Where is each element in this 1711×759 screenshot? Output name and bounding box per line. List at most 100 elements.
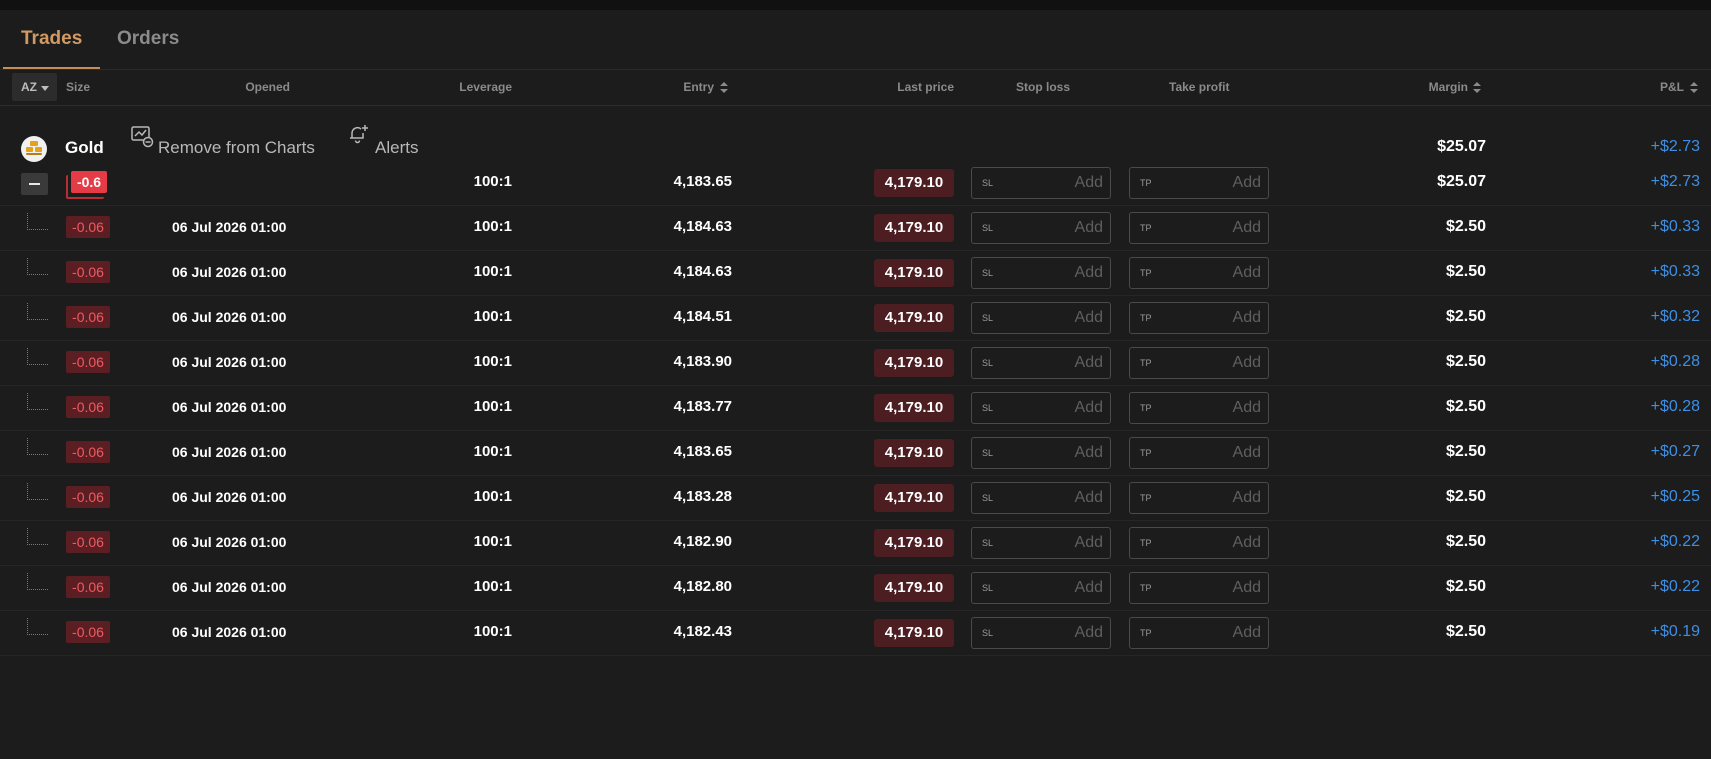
- position-opened: 06 Jul 2026 01:00: [172, 489, 287, 505]
- take-profit-field[interactable]: TP Add: [1129, 212, 1269, 244]
- stop-loss-field[interactable]: SL Add: [971, 437, 1111, 469]
- header-size[interactable]: Size: [66, 80, 90, 94]
- tree-connector: [27, 618, 48, 635]
- position-opened: 06 Jul 2026 01:00: [172, 354, 287, 370]
- position-leverage: 100:1: [473, 263, 512, 280]
- position-row[interactable]: -0.06 06 Jul 2026 01:00 100:1 4,182.43 4,179…: [0, 610, 1711, 656]
- header-leverage[interactable]: Leverage: [400, 80, 512, 94]
- stop-loss-field[interactable]: SL Add: [971, 527, 1111, 559]
- position-row[interactable]: -0.06 06 Jul 2026 01:00 100:1 4,183.77 4,179…: [0, 385, 1711, 431]
- position-row[interactable]: -0.06 06 Jul 2026 01:00 100:1 4,184.51 4,179…: [0, 295, 1711, 341]
- position-entry: 4,183.90: [673, 353, 732, 370]
- sl-tag: SL: [982, 268, 994, 278]
- stop-loss-field[interactable]: SL Add: [971, 482, 1111, 514]
- header-margin[interactable]: Margin: [1360, 80, 1468, 94]
- summary-stop-loss-field[interactable]: SL Add: [971, 167, 1111, 199]
- sort-entry-icon[interactable]: [720, 82, 728, 94]
- sl-tag: SL: [982, 178, 994, 188]
- position-last-price: 4,179.10: [874, 439, 954, 467]
- tp-add-placeholder: Add: [1232, 309, 1261, 326]
- tree-connector: [27, 348, 48, 365]
- chart-remove-icon[interactable]: [130, 124, 154, 148]
- take-profit-field[interactable]: TP Add: [1129, 347, 1269, 379]
- summary-take-profit-field[interactable]: TP Add: [1129, 167, 1269, 199]
- header-opened[interactable]: Opened: [200, 80, 290, 94]
- position-row[interactable]: -0.06 06 Jul 2026 01:00 100:1 4,184.63 4,179…: [0, 250, 1711, 296]
- position-entry: 4,182.80: [673, 578, 732, 595]
- position-margin: $2.50: [1445, 218, 1486, 235]
- position-pnl: +$0.32: [1650, 308, 1700, 325]
- position-leverage: 100:1: [473, 533, 512, 550]
- position-last-price: 4,179.10: [874, 349, 954, 377]
- position-pnl: +$0.27: [1650, 443, 1700, 460]
- position-row[interactable]: -0.06 06 Jul 2026 01:00 100:1 4,183.65 4,179…: [0, 430, 1711, 476]
- tp-tag: TP: [1140, 268, 1152, 278]
- take-profit-field[interactable]: TP Add: [1129, 257, 1269, 289]
- stop-loss-field[interactable]: SL Add: [971, 347, 1111, 379]
- tp-add-placeholder: Add: [1232, 174, 1261, 191]
- position-size-badge: -0.06: [66, 576, 110, 598]
- header-pnl[interactable]: P&L: [1620, 80, 1684, 94]
- sl-tag: SL: [982, 403, 994, 413]
- position-pnl: +$0.33: [1650, 263, 1700, 280]
- position-margin: $2.50: [1445, 443, 1486, 460]
- tab-trades[interactable]: Trades: [21, 28, 82, 50]
- stop-loss-field[interactable]: SL Add: [971, 302, 1111, 334]
- tp-tag: TP: [1140, 448, 1152, 458]
- position-row[interactable]: -0.06 06 Jul 2026 01:00 100:1 4,183.28 4,179…: [0, 475, 1711, 521]
- position-margin: $2.50: [1445, 623, 1486, 640]
- tab-bar: Trades Orders: [0, 10, 1711, 70]
- position-entry: 4,183.28: [673, 488, 732, 505]
- sl-add-placeholder: Add: [1074, 309, 1103, 326]
- sort-pnl-icon[interactable]: [1690, 82, 1698, 94]
- sort-margin-icon[interactable]: [1473, 82, 1481, 94]
- tp-add-placeholder: Add: [1232, 399, 1261, 416]
- position-size-badge: -0.06: [66, 531, 110, 553]
- tree-connector: [27, 438, 48, 455]
- tp-tag: TP: [1140, 628, 1152, 638]
- header-take-profit[interactable]: Take profit: [1169, 80, 1229, 94]
- position-last-price: 4,179.10: [874, 574, 954, 602]
- position-opened: 06 Jul 2026 01:00: [172, 219, 287, 235]
- take-profit-field[interactable]: TP Add: [1129, 482, 1269, 514]
- take-profit-field[interactable]: TP Add: [1129, 437, 1269, 469]
- position-row[interactable]: -0.06 06 Jul 2026 01:00 100:1 4,182.80 4,179…: [0, 565, 1711, 611]
- position-last-price: 4,179.10: [874, 214, 954, 242]
- position-row[interactable]: -0.06 06 Jul 2026 01:00 100:1 4,184.63 4,179…: [0, 205, 1711, 251]
- sl-add-placeholder: Add: [1074, 624, 1103, 641]
- sl-add-placeholder: Add: [1074, 264, 1103, 281]
- bell-plus-icon[interactable]: [347, 123, 369, 145]
- position-entry: 4,182.43: [673, 623, 732, 640]
- minus-icon[interactable]: [21, 173, 48, 195]
- stop-loss-field[interactable]: SL Add: [971, 572, 1111, 604]
- header-entry[interactable]: Entry: [620, 80, 714, 94]
- header-stop-loss[interactable]: Stop loss: [1016, 80, 1070, 94]
- take-profit-field[interactable]: TP Add: [1129, 572, 1269, 604]
- group-pnl: +$2.73: [1650, 138, 1700, 155]
- chevron-down-icon: [41, 86, 49, 91]
- take-profit-field[interactable]: TP Add: [1129, 392, 1269, 424]
- stop-loss-field[interactable]: SL Add: [971, 212, 1111, 244]
- tree-connector: [27, 393, 48, 410]
- summary-row: -0.6 100:1 4,183.65 4,179.10 SL Add TP A…: [0, 160, 1711, 206]
- position-margin: $2.50: [1445, 263, 1486, 280]
- alerts-button[interactable]: Alerts: [375, 138, 418, 158]
- sort-az-label: AZ: [21, 80, 37, 94]
- position-entry: 4,184.63: [673, 263, 732, 280]
- tp-add-placeholder: Add: [1232, 219, 1261, 236]
- tab-orders[interactable]: Orders: [117, 28, 179, 50]
- instrument-name[interactable]: Gold: [65, 138, 104, 158]
- take-profit-field[interactable]: TP Add: [1129, 302, 1269, 334]
- tp-add-placeholder: Add: [1232, 354, 1261, 371]
- sl-tag: SL: [982, 493, 994, 503]
- stop-loss-field[interactable]: SL Add: [971, 392, 1111, 424]
- stop-loss-field[interactable]: SL Add: [971, 257, 1111, 289]
- header-last-price[interactable]: Last price: [840, 80, 954, 94]
- sl-tag: SL: [982, 538, 994, 548]
- position-row[interactable]: -0.06 06 Jul 2026 01:00 100:1 4,183.90 4,179…: [0, 340, 1711, 386]
- position-row[interactable]: -0.06 06 Jul 2026 01:00 100:1 4,182.90 4,179…: [0, 520, 1711, 566]
- remove-from-charts-button[interactable]: Remove from Charts: [158, 138, 315, 158]
- take-profit-field[interactable]: TP Add: [1129, 527, 1269, 559]
- stop-loss-field[interactable]: SL Add: [971, 617, 1111, 649]
- take-profit-field[interactable]: TP Add: [1129, 617, 1269, 649]
